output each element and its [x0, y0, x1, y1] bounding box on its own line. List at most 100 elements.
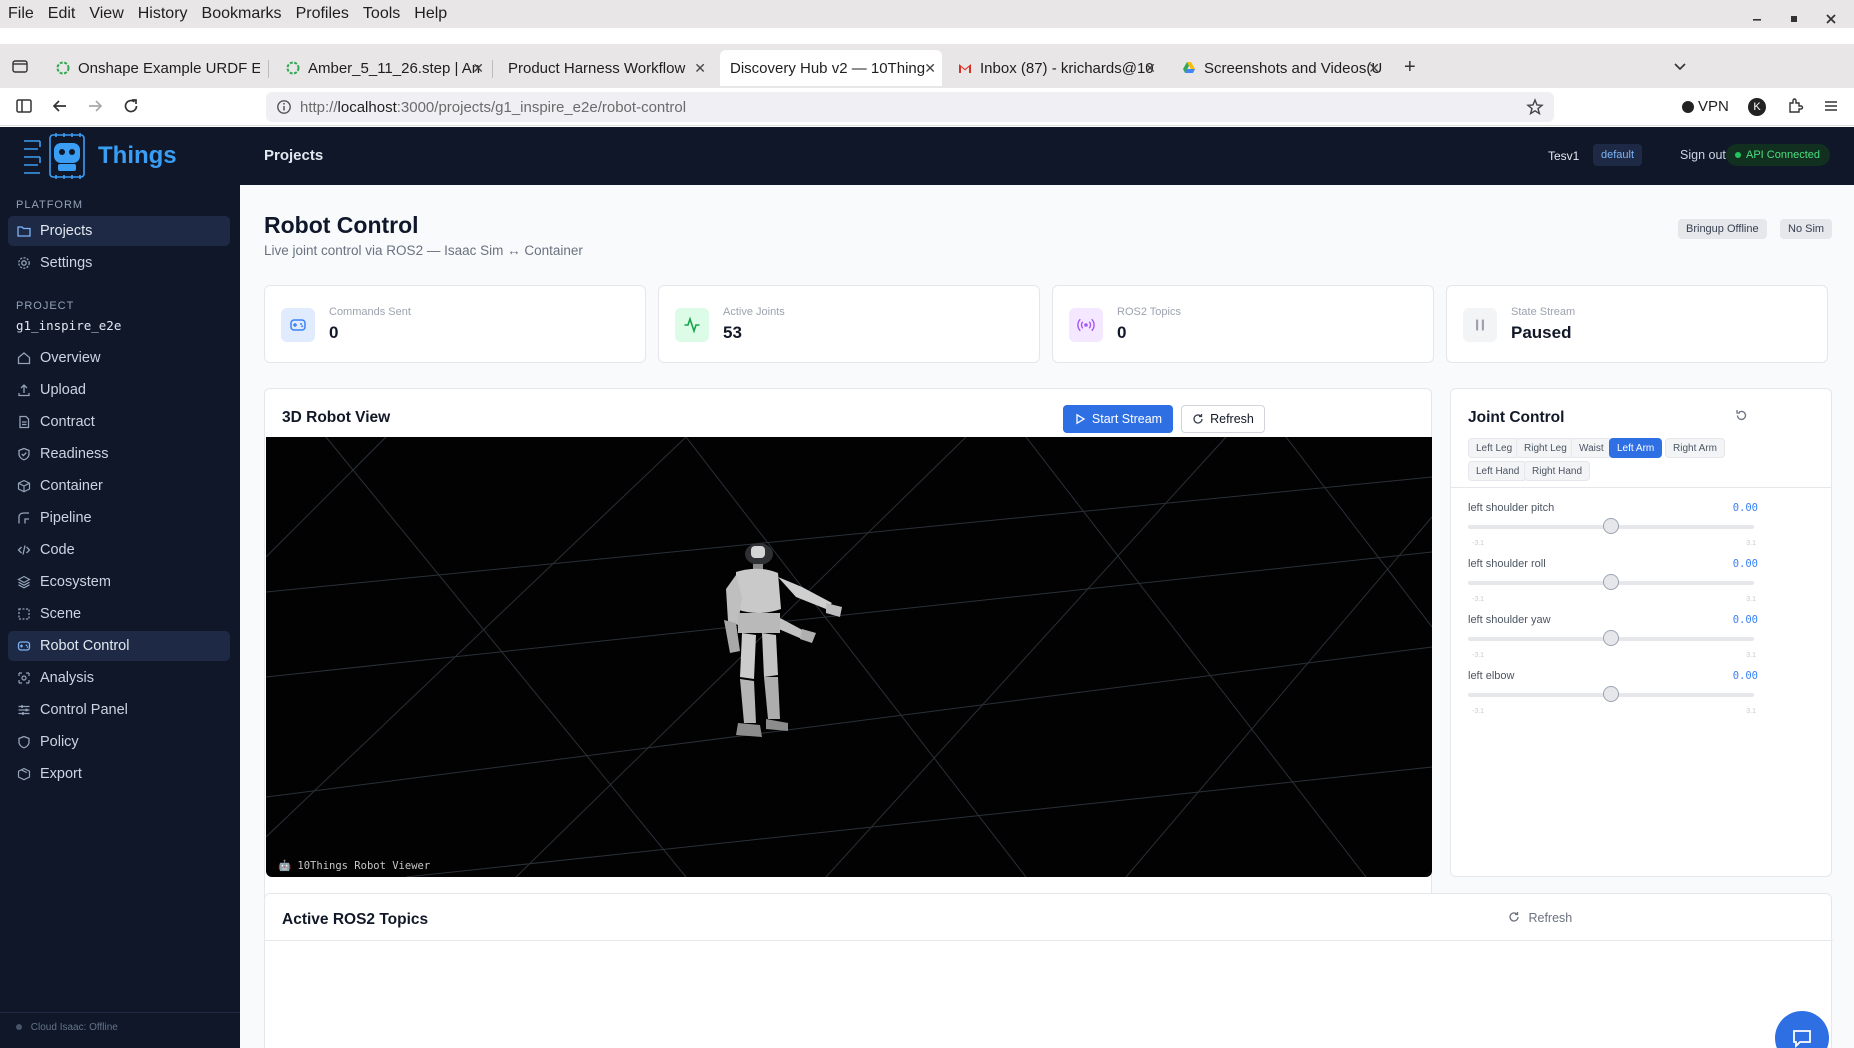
gamepad-icon [281, 308, 315, 342]
refresh-view-button[interactable]: Refresh [1181, 405, 1265, 433]
robot-logo-icon [24, 133, 85, 179]
brand[interactable]: Things [20, 131, 177, 181]
joint-slider-thumb[interactable] [1603, 686, 1619, 702]
sidebar-item-ecosystem[interactable]: Ecosystem [8, 567, 230, 597]
close-tab-icon[interactable]: ✕ [694, 60, 706, 77]
joint-name: left elbow [1468, 670, 1515, 682]
divider [265, 940, 1833, 941]
sidebar-item-robot-control[interactable]: Robot Control [8, 631, 230, 661]
vpn-button[interactable]: VPN [1682, 98, 1729, 115]
tab-overview-icon[interactable] [12, 58, 28, 79]
joint-value: 0.00 [1732, 670, 1758, 682]
cloud-isaac-status: Cloud Isaac: Offline [30, 1022, 118, 1033]
folder-icon [16, 223, 32, 239]
bookmark-star-icon[interactable] [1526, 98, 1544, 120]
joint-slider-thumb[interactable] [1603, 630, 1619, 646]
sidebar-item-pipeline[interactable]: Pipeline [8, 503, 230, 533]
viewer-label-text: 10Things Robot Viewer [297, 860, 431, 872]
menu-profiles[interactable]: Profiles [296, 5, 349, 23]
robot-3d-viewport[interactable]: 🤖 10Things Robot Viewer [266, 437, 1432, 877]
joint-slider-thumb[interactable] [1603, 518, 1619, 534]
extensions-icon[interactable] [1786, 97, 1804, 120]
back-icon[interactable] [51, 97, 69, 120]
sidebar-item-export[interactable]: Export [8, 759, 230, 789]
address-bar[interactable]: http://localhost:3000/projects/g1_inspir… [266, 92, 1554, 122]
sidebar-item-projects[interactable]: Projects [8, 216, 230, 246]
refresh-topics-button[interactable]: Refresh [1508, 911, 1572, 925]
new-tab-icon[interactable]: + [1404, 56, 1416, 79]
joint-group-left-arm[interactable]: Left Arm [1609, 438, 1663, 458]
close-tab-icon[interactable]: ✕ [472, 60, 484, 77]
close-tab-icon[interactable]: ✕ [924, 60, 936, 77]
browser-tab-title: Onshape Example URDF E [78, 59, 260, 77]
browser-tab-discovery-hub[interactable]: Discovery Hub v2 — 10Thing ✕ [720, 50, 942, 86]
browser-menu-icon[interactable] [1822, 97, 1840, 120]
browser-tab-amber[interactable]: Amber_5_11_26.step | An ✕ [276, 50, 490, 86]
tab-divider [492, 60, 493, 78]
menu-bookmarks[interactable]: Bookmarks [202, 5, 282, 23]
stat-card-commands-sent: Commands Sent 0 [264, 285, 646, 363]
menu-tools[interactable]: Tools [363, 5, 400, 23]
sidebar-item-policy[interactable]: Policy [8, 727, 230, 757]
reload-icon[interactable] [122, 97, 140, 120]
sidebar-item-container[interactable]: Container [8, 471, 230, 501]
browser-tab-inbox[interactable]: Inbox (87) - krichards@10 ✕ [948, 50, 1162, 86]
stat-label: State Stream [1511, 306, 1576, 318]
analysis-icon [16, 670, 32, 686]
sidebar-toggle-icon[interactable] [15, 97, 33, 120]
menu-view[interactable]: View [89, 5, 123, 23]
menu-file[interactable]: File [8, 5, 34, 23]
browser-tab-onshape[interactable]: Onshape Example URDF E [46, 50, 260, 86]
shield-check-icon [16, 446, 32, 462]
browser-tab-title: Screenshots and Videos(U [1204, 59, 1383, 77]
sidebar-item-label: Policy [40, 734, 79, 750]
main-content: Robot Control Live joint control via ROS… [240, 185, 1854, 1048]
sidebar-item-label: Container [40, 478, 103, 494]
minimize-window-icon[interactable] [1746, 8, 1768, 30]
close-window-icon[interactable] [1820, 8, 1842, 30]
profile-avatar[interactable]: K [1748, 98, 1766, 116]
menu-help[interactable]: Help [414, 5, 447, 23]
close-tab-icon[interactable]: ✕ [1144, 60, 1156, 77]
breadcrumb[interactable]: Projects [264, 147, 323, 164]
joint-slider-thumb[interactable] [1603, 574, 1619, 590]
close-tab-icon[interactable]: ✕ [1368, 60, 1380, 77]
sidebar-item-code[interactable]: Code [8, 535, 230, 565]
joint-group-right-leg[interactable]: Right Leg [1516, 438, 1575, 458]
sidebar-item-label: Contract [40, 414, 95, 430]
reset-joints-icon[interactable] [1735, 409, 1748, 425]
joint-group-right-hand[interactable]: Right Hand [1524, 461, 1591, 481]
start-stream-button[interactable]: Start Stream [1063, 405, 1173, 433]
joint-group-right-arm[interactable]: Right Arm [1665, 438, 1725, 458]
browser-tab-harness[interactable]: Product Harness Workflow ✕ [498, 50, 712, 86]
forward-icon[interactable] [86, 97, 104, 120]
sidebar-item-control-panel[interactable]: Control Panel [8, 695, 230, 725]
onshape-favicon-icon [56, 61, 70, 75]
menu-history[interactable]: History [138, 5, 188, 23]
sign-out-button[interactable]: Sign out [1680, 148, 1726, 162]
menu-edit[interactable]: Edit [48, 5, 76, 23]
maximize-window-icon[interactable] [1783, 8, 1805, 30]
sidebar-item-contract[interactable]: Contract [8, 407, 230, 437]
sidebar-item-label: Control Panel [40, 702, 128, 718]
joint-group-left-leg[interactable]: Left Leg [1468, 438, 1521, 458]
stat-label: Active Joints [723, 306, 785, 318]
tab-list-chevron-icon[interactable] [1672, 58, 1688, 79]
joint-min: -3.1 [1472, 540, 1485, 547]
joint-name: left shoulder pitch [1468, 502, 1555, 514]
site-info-icon[interactable] [276, 99, 292, 119]
stat-card-active-joints: Active Joints 53 [658, 285, 1040, 363]
sidebar-item-overview[interactable]: Overview [8, 343, 230, 373]
sidebar-item-upload[interactable]: Upload [8, 375, 230, 405]
joint-name: left shoulder yaw [1468, 614, 1551, 626]
sidebar-item-settings[interactable]: Settings [8, 248, 230, 278]
joint-slider-row: left shoulder yaw 0.00 -3.1 3.1 [1468, 614, 1758, 670]
browser-tab-drive[interactable]: Screenshots and Videos(U ✕ [1172, 50, 1386, 86]
sidebar-item-scene[interactable]: Scene [8, 599, 230, 629]
refresh-icon [1509, 912, 1519, 922]
sidebar-item-readiness[interactable]: Readiness [8, 439, 230, 469]
joint-group-waist[interactable]: Waist [1571, 438, 1612, 458]
package-icon [16, 766, 32, 782]
sidebar-item-analysis[interactable]: Analysis [8, 663, 230, 693]
joint-group-left-hand[interactable]: Left Hand [1468, 461, 1528, 481]
